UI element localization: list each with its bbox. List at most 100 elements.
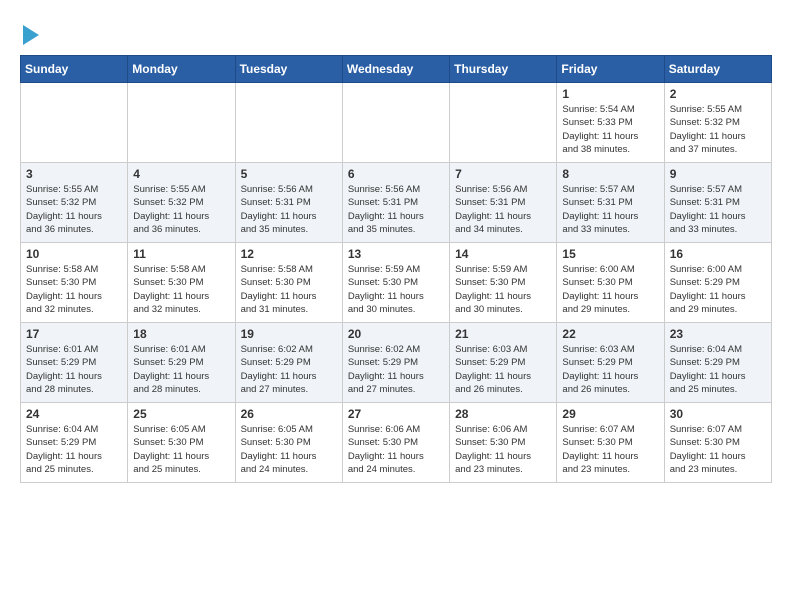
day-number: 23 [670, 327, 766, 341]
day-number: 27 [348, 407, 444, 421]
day-info: Sunrise: 6:01 AM Sunset: 5:29 PM Dayligh… [133, 343, 229, 396]
calendar-cell: 25Sunrise: 6:05 AM Sunset: 5:30 PM Dayli… [128, 403, 235, 483]
calendar-header: SundayMondayTuesdayWednesdayThursdayFrid… [21, 56, 772, 83]
calendar-cell: 27 Sunrise: 6:06 AM Sunset: 5:30 PM Dayli… [342, 403, 449, 483]
day-info: Sunrise: 5:58 AM Sunset: 5:30 PM Dayligh… [241, 263, 337, 316]
calendar-cell [21, 83, 128, 163]
day-info: Sunrise: 6:06 AM Sunset: 5:30 PM Dayligh… [455, 423, 551, 476]
calendar-week-3: 10 Sunrise: 5:58 AM Sunset: 5:30 PM Dayli… [21, 243, 772, 323]
calendar-cell: 23 Sunrise: 6:04 AM Sunset: 5:29 PM Dayli… [664, 323, 771, 403]
calendar-cell: 2 Sunrise: 5:55 AM Sunset: 5:32 PM Daylig… [664, 83, 771, 163]
calendar-cell: 30Sunrise: 6:07 AM Sunset: 5:30 PM Dayli… [664, 403, 771, 483]
calendar-cell: 13 Sunrise: 5:59 AM Sunset: 5:30 PM Dayli… [342, 243, 449, 323]
calendar-cell: 9Sunrise: 5:57 AM Sunset: 5:31 PM Daylig… [664, 163, 771, 243]
day-number: 21 [455, 327, 551, 341]
calendar-cell [128, 83, 235, 163]
day-number: 3 [26, 167, 122, 181]
calendar-cell: 11 Sunrise: 5:58 AM Sunset: 5:30 PM Dayli… [128, 243, 235, 323]
calendar-cell [450, 83, 557, 163]
calendar-cell: 7Sunrise: 5:56 AM Sunset: 5:31 PM Daylig… [450, 163, 557, 243]
calendar-cell: 10 Sunrise: 5:58 AM Sunset: 5:30 PM Dayli… [21, 243, 128, 323]
day-info: Sunrise: 6:06 AM Sunset: 5:30 PM Dayligh… [348, 423, 444, 476]
calendar-table: SundayMondayTuesdayWednesdayThursdayFrid… [20, 55, 772, 483]
calendar-week-1: 1 Sunrise: 5:54 AM Sunset: 5:33 PM Daylig… [21, 83, 772, 163]
day-info: Sunrise: 5:59 AM Sunset: 5:30 PM Dayligh… [455, 263, 551, 316]
calendar-cell [342, 83, 449, 163]
day-info: Sunrise: 6:01 AM Sunset: 5:29 PM Dayligh… [26, 343, 122, 396]
weekday-row: SundayMondayTuesdayWednesdayThursdayFrid… [21, 56, 772, 83]
calendar-cell: 18 Sunrise: 6:01 AM Sunset: 5:29 PM Dayli… [128, 323, 235, 403]
day-info: Sunrise: 5:57 AM Sunset: 5:31 PM Dayligh… [562, 183, 658, 236]
day-info: Sunrise: 5:58 AM Sunset: 5:30 PM Dayligh… [133, 263, 229, 316]
day-info: Sunrise: 5:58 AM Sunset: 5:30 PM Dayligh… [26, 263, 122, 316]
day-number: 4 [133, 167, 229, 181]
calendar-cell: 6Sunrise: 5:56 AM Sunset: 5:31 PM Daylig… [342, 163, 449, 243]
day-number: 14 [455, 247, 551, 261]
calendar-body: 1 Sunrise: 5:54 AM Sunset: 5:33 PM Daylig… [21, 83, 772, 483]
day-number: 11 [133, 247, 229, 261]
day-number: 13 [348, 247, 444, 261]
day-info: Sunrise: 6:00 AM Sunset: 5:30 PM Dayligh… [562, 263, 658, 316]
day-number: 16 [670, 247, 766, 261]
day-number: 15 [562, 247, 658, 261]
calendar-cell: 28 Sunrise: 6:06 AM Sunset: 5:30 PM Dayli… [450, 403, 557, 483]
day-info: Sunrise: 5:57 AM Sunset: 5:31 PM Dayligh… [670, 183, 766, 236]
calendar-cell: 26 Sunrise: 6:05 AM Sunset: 5:30 PM Dayli… [235, 403, 342, 483]
day-number: 6 [348, 167, 444, 181]
day-number: 2 [670, 87, 766, 101]
calendar-week-2: 3 Sunrise: 5:55 AM Sunset: 5:32 PM Daylig… [21, 163, 772, 243]
weekday-header-tuesday: Tuesday [235, 56, 342, 83]
day-info: Sunrise: 6:03 AM Sunset: 5:29 PM Dayligh… [562, 343, 658, 396]
day-number: 22 [562, 327, 658, 341]
weekday-header-thursday: Thursday [450, 56, 557, 83]
calendar-cell: 24 Sunrise: 6:04 AM Sunset: 5:29 PM Dayli… [21, 403, 128, 483]
weekday-header-wednesday: Wednesday [342, 56, 449, 83]
day-info: Sunrise: 5:55 AM Sunset: 5:32 PM Dayligh… [133, 183, 229, 236]
day-info: Sunrise: 6:00 AM Sunset: 5:29 PM Dayligh… [670, 263, 766, 316]
day-number: 10 [26, 247, 122, 261]
day-number: 12 [241, 247, 337, 261]
day-number: 20 [348, 327, 444, 341]
day-number: 8 [562, 167, 658, 181]
calendar-week-5: 24 Sunrise: 6:04 AM Sunset: 5:29 PM Dayli… [21, 403, 772, 483]
calendar-cell: 12 Sunrise: 5:58 AM Sunset: 5:30 PM Dayli… [235, 243, 342, 323]
day-number: 1 [562, 87, 658, 101]
day-info: Sunrise: 5:59 AM Sunset: 5:30 PM Dayligh… [348, 263, 444, 316]
day-info: Sunrise: 6:02 AM Sunset: 5:29 PM Dayligh… [241, 343, 337, 396]
calendar-cell: 15 Sunrise: 6:00 AM Sunset: 5:30 PM Dayli… [557, 243, 664, 323]
day-number: 26 [241, 407, 337, 421]
calendar-cell: 4 Sunrise: 5:55 AM Sunset: 5:32 PM Daylig… [128, 163, 235, 243]
calendar-cell: 8 Sunrise: 5:57 AM Sunset: 5:31 PM Daylig… [557, 163, 664, 243]
calendar-week-4: 17 Sunrise: 6:01 AM Sunset: 5:29 PM Dayli… [21, 323, 772, 403]
page-header [20, 20, 772, 45]
day-info: Sunrise: 5:55 AM Sunset: 5:32 PM Dayligh… [670, 103, 766, 156]
day-info: Sunrise: 5:56 AM Sunset: 5:31 PM Dayligh… [455, 183, 551, 236]
day-info: Sunrise: 6:04 AM Sunset: 5:29 PM Dayligh… [26, 423, 122, 476]
day-info: Sunrise: 6:07 AM Sunset: 5:30 PM Dayligh… [562, 423, 658, 476]
calendar-cell: 21 Sunrise: 6:03 AM Sunset: 5:29 PM Dayli… [450, 323, 557, 403]
logo [20, 20, 39, 45]
day-info: Sunrise: 6:04 AM Sunset: 5:29 PM Dayligh… [670, 343, 766, 396]
day-info: Sunrise: 6:07 AM Sunset: 5:30 PM Dayligh… [670, 423, 766, 476]
calendar-cell: 20 Sunrise: 6:02 AM Sunset: 5:29 PM Dayli… [342, 323, 449, 403]
day-number: 5 [241, 167, 337, 181]
day-info: Sunrise: 5:55 AM Sunset: 5:32 PM Dayligh… [26, 183, 122, 236]
calendar-cell: 17 Sunrise: 6:01 AM Sunset: 5:29 PM Dayli… [21, 323, 128, 403]
weekday-header-friday: Friday [557, 56, 664, 83]
logo-arrow-icon [23, 25, 39, 45]
calendar-cell: 22 Sunrise: 6:03 AM Sunset: 5:29 PM Dayli… [557, 323, 664, 403]
calendar-cell [235, 83, 342, 163]
calendar-cell: 1 Sunrise: 5:54 AM Sunset: 5:33 PM Daylig… [557, 83, 664, 163]
day-number: 29 [562, 407, 658, 421]
day-info: Sunrise: 6:02 AM Sunset: 5:29 PM Dayligh… [348, 343, 444, 396]
day-number: 28 [455, 407, 551, 421]
day-info: Sunrise: 5:54 AM Sunset: 5:33 PM Dayligh… [562, 103, 658, 156]
day-number: 18 [133, 327, 229, 341]
day-info: Sunrise: 6:03 AM Sunset: 5:29 PM Dayligh… [455, 343, 551, 396]
day-number: 25 [133, 407, 229, 421]
day-number: 24 [26, 407, 122, 421]
day-info: Sunrise: 6:05 AM Sunset: 5:30 PM Dayligh… [241, 423, 337, 476]
calendar-cell: 5Sunrise: 5:56 AM Sunset: 5:31 PM Daylig… [235, 163, 342, 243]
day-number: 17 [26, 327, 122, 341]
weekday-header-saturday: Saturday [664, 56, 771, 83]
